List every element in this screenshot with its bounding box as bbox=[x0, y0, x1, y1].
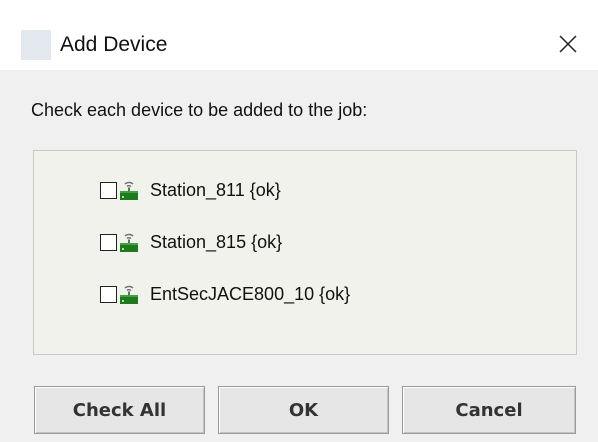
device-item: Station_811 {ok} bbox=[68, 175, 281, 205]
station-icon bbox=[118, 179, 140, 201]
device-label: EntSecJACE800_10 {ok} bbox=[150, 284, 351, 304]
app-icon bbox=[21, 30, 51, 60]
ok-button[interactable]: OK bbox=[218, 386, 389, 434]
station-icon bbox=[118, 283, 140, 305]
device-checkbox[interactable] bbox=[100, 233, 117, 251]
close-button[interactable] bbox=[548, 26, 588, 62]
window-title: Add Device bbox=[60, 33, 168, 56]
station-icon bbox=[118, 231, 140, 253]
device-label: Station_815 {ok} bbox=[150, 232, 283, 252]
device-checkbox[interactable] bbox=[100, 285, 117, 303]
device-item: EntSecJACE800_10 {ok} bbox=[68, 279, 350, 309]
device-item: Station_815 {ok} bbox=[68, 227, 282, 257]
cancel-button[interactable]: Cancel bbox=[402, 386, 576, 434]
title-bar: Add Device bbox=[0, 0, 598, 70]
check-all-button[interactable]: Check All bbox=[34, 386, 205, 434]
device-label: Station_811 {ok} bbox=[150, 180, 281, 200]
device-checkbox[interactable] bbox=[100, 181, 117, 199]
close-icon bbox=[559, 35, 577, 53]
instruction-text: Check each device to be added to the job… bbox=[31, 100, 368, 120]
